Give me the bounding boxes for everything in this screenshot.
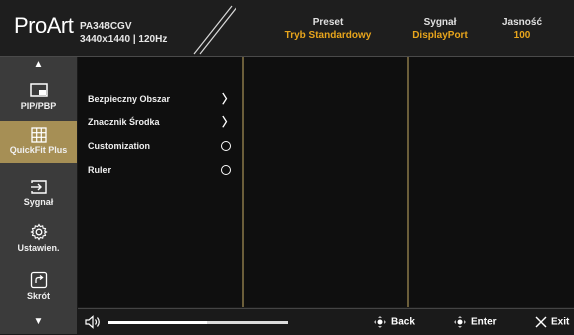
submenu-column: Bezpieczny Obszar 〉 Znacznik Środka 〉 Cu… <box>78 57 242 307</box>
sidebar-item-pip-pbp[interactable]: PIP/PBP <box>0 83 77 121</box>
sidebar-scroll-down-icon[interactable]: ▼ <box>0 316 77 327</box>
signal-value: DisplayPort <box>412 30 468 41</box>
options-column <box>244 57 407 307</box>
joystick-press-icon <box>454 316 466 328</box>
close-icon <box>535 316 547 328</box>
preset-status: Preset Tryb Standardowy <box>278 16 378 42</box>
sidebar-item-label: Skrót <box>26 291 50 301</box>
menu-item-center-marker[interactable]: Znacznik Środka 〉 <box>88 115 238 129</box>
grid-icon <box>30 127 47 143</box>
preset-value: Tryb Standardowy <box>284 30 372 41</box>
brightness-value: 100 <box>513 30 531 41</box>
brightness-status: Jasność 100 <box>492 16 552 42</box>
volume-slider[interactable] <box>108 321 288 324</box>
detail-column <box>409 57 574 307</box>
shortcut-icon <box>30 271 47 289</box>
radio-button-icon[interactable] <box>221 141 231 151</box>
model-info: PA348CGV 3440x1440 | 120Hz <box>80 20 167 46</box>
sidebar-item-label: Sygnał <box>23 197 54 207</box>
joystick-left-icon <box>374 316 386 328</box>
chevron-right-icon: 〉 <box>221 92 234 106</box>
volume-slider-fill <box>108 321 207 324</box>
enter-label: Enter <box>471 316 497 328</box>
menu-item-label: Bezpieczny Obszar <box>88 94 171 104</box>
sidebar-item-label: PIP/PBP <box>20 101 57 111</box>
radio-button-icon[interactable] <box>221 165 231 175</box>
brightness-label: Jasność <box>501 17 543 28</box>
signal-label: Sygnał <box>423 17 457 28</box>
exit-button[interactable]: Exit <box>534 315 569 329</box>
enter-button[interactable]: Enter <box>452 315 497 329</box>
sidebar: ▲ PIP/PBP QuickFit Plus Sygnał Ustawien.… <box>0 57 77 334</box>
menu-item-label: Ruler <box>88 165 112 175</box>
menu-item-label: Znacznik Środka <box>88 117 160 127</box>
osd-footer: Back Enter Exit <box>78 308 574 335</box>
model-name: PA348CGV <box>80 21 132 32</box>
menu-item-customization[interactable]: Customization <box>88 139 238 153</box>
sidebar-item-quickfit-plus[interactable]: QuickFit Plus <box>0 121 77 163</box>
sidebar-item-signal[interactable]: Sygnał <box>0 179 77 211</box>
header-slash-decoration <box>193 5 236 55</box>
exit-label: Exit <box>551 316 570 328</box>
back-label: Back <box>391 316 415 328</box>
chevron-right-icon: 〉 <box>221 115 234 129</box>
back-button[interactable]: Back <box>372 315 415 329</box>
pip-icon <box>29 83 48 97</box>
menu-item-safe-area[interactable]: Bezpieczny Obszar 〉 <box>88 92 238 106</box>
gear-icon <box>29 223 48 241</box>
menu-item-label: Customization <box>88 141 150 151</box>
proart-logo: ProArt <box>14 13 74 38</box>
sidebar-item-shortcut[interactable]: Skrót <box>0 271 77 307</box>
volume-icon[interactable] <box>84 314 104 330</box>
sidebar-scroll-up-icon[interactable]: ▲ <box>0 59 77 70</box>
preset-label: Preset <box>312 17 344 28</box>
sidebar-item-label: Ustawien. <box>17 243 60 253</box>
signal-status: Sygnał DisplayPort <box>400 16 480 42</box>
menu-item-ruler[interactable]: Ruler <box>88 163 238 177</box>
input-icon <box>30 180 47 194</box>
model-resolution: 3440x1440 | 120Hz <box>80 34 168 45</box>
sidebar-item-settings[interactable]: Ustawien. <box>0 223 77 259</box>
sidebar-item-label: QuickFit Plus <box>9 145 68 155</box>
osd-header: ProArt PA348CGV 3440x1440 | 120Hz Preset… <box>0 0 574 57</box>
